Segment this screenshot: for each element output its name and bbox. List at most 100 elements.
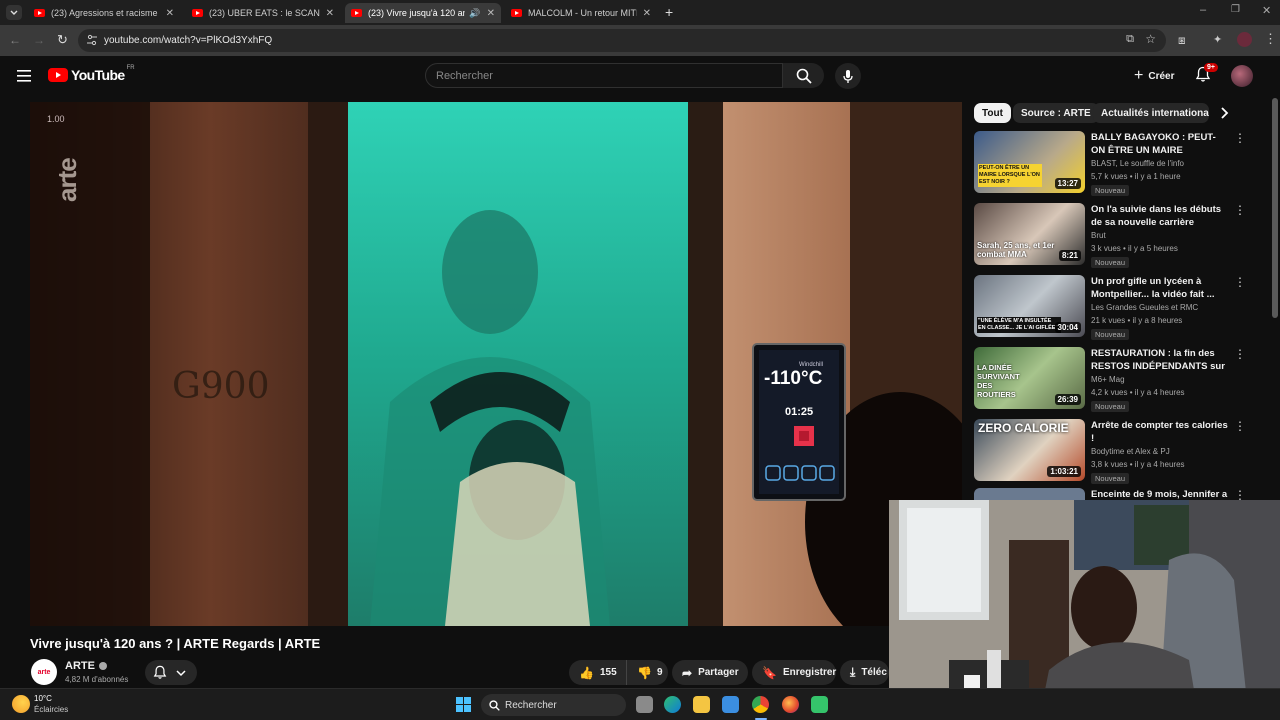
chrome-icon[interactable] — [752, 696, 769, 713]
recommended-video-title[interactable]: Arrête de compter tes calories ! — [1091, 419, 1229, 445]
recommended-video[interactable]: ZERO CALORIE 1:03:21 Arrête de compter t… — [974, 419, 1264, 484]
bell-icon — [153, 665, 167, 679]
hamburger-menu-icon[interactable] — [17, 69, 31, 82]
weather-temperature[interactable]: 10°C — [34, 694, 52, 703]
recommended-video-channel[interactable]: Les Grandes Gueules et RMC — [1091, 303, 1198, 312]
file-explorer-icon[interactable] — [693, 696, 710, 713]
chip-source-arte[interactable]: Source : ARTE — [1013, 103, 1099, 123]
weather-icon[interactable] — [12, 695, 30, 713]
recommended-video[interactable]: "UNE ÉLÈVE M'A INSULTÉE EN CLASSE... JE … — [974, 275, 1264, 340]
task-view-icon[interactable] — [636, 696, 653, 713]
create-button[interactable]: + Créer — [1126, 64, 1182, 88]
start-button[interactable] — [456, 697, 471, 712]
browser-tab[interactable]: MALCOLM - Un retour MITIGÉ ✕ — [505, 3, 657, 23]
cabin-brand-label: G900 — [172, 366, 270, 407]
cast-icon[interactable]: ⧉ — [1126, 33, 1134, 46]
browser-tab-strip: (23) Agressions et racisme : le s ✕ (23)… — [0, 0, 1280, 25]
panel-timer: 01:25 — [785, 406, 814, 418]
windows-taskbar: 10°C Éclaircies Rechercher — [0, 688, 1280, 720]
more-options-icon[interactable]: ⋮ — [1234, 131, 1246, 145]
profile-avatar-icon[interactable] — [1237, 32, 1252, 47]
thumbnail-caption: "UNE ÉLÈVE M'A INSULTÉE EN CLASSE... JE … — [977, 317, 1061, 333]
browser-menu-icon[interactable]: ⋮ — [1264, 31, 1277, 47]
recommended-video-title[interactable]: On l'a suivie dans les débuts de sa nouv… — [1091, 203, 1229, 229]
extension-icon[interactable]: ✦ — [1213, 33, 1222, 46]
video-thumbnail[interactable]: "UNE ÉLÈVE M'A INSULTÉE EN CLASSE... JE … — [974, 275, 1085, 337]
recommended-video-channel[interactable]: Bodytime et Alex & PJ — [1091, 447, 1170, 456]
recommended-video-title[interactable]: BALLY BAGAYOKO : PEUT-ON ÊTRE UN MAIRE L… — [1091, 131, 1229, 157]
firefox-icon[interactable] — [782, 696, 799, 713]
recommended-video-channel[interactable]: M6+ Mag — [1091, 375, 1125, 384]
video-thumbnail[interactable]: PEUT-ON ÊTRE UN MAIRE LORSQUE L'ON EST N… — [974, 131, 1085, 193]
chip-actualites-internationales[interactable]: Actualités internationales — [1093, 103, 1209, 123]
reload-button[interactable]: ↻ — [57, 32, 68, 48]
recommended-video-title[interactable]: RESTAURATION : la fin des RESTOS INDÉPEN… — [1091, 347, 1229, 373]
video-duration: 1:03:21 — [1047, 466, 1081, 477]
video-thumbnail[interactable]: ZERO CALORIE 1:03:21 — [974, 419, 1085, 481]
save-button[interactable]: 🔖 Enregistrer — [752, 660, 836, 685]
microsoft-store-icon[interactable] — [722, 696, 739, 713]
thumbnail-caption: Sarah, 25 ans, et 1er combat MMA — [977, 241, 1055, 259]
restore-window-button[interactable]: ❐ — [1231, 4, 1240, 15]
voice-search-button[interactable] — [835, 63, 861, 89]
youtube-logo[interactable]: YouTube FR — [48, 65, 135, 83]
app-icon[interactable] — [811, 696, 828, 713]
dislike-button[interactable]: 👎 9 — [626, 660, 668, 685]
channel-avatar[interactable]: arte — [31, 659, 57, 685]
chevron-down-icon — [176, 669, 186, 676]
recommended-video-meta: 21 k vues • il y a 8 heures — [1091, 316, 1183, 325]
recommended-video[interactable]: LA DINÉE SURVIVANT DES ROUTIERS 26:39 RE… — [974, 347, 1264, 412]
new-badge: Nouveau — [1091, 329, 1130, 340]
tab-list-dropdown-button[interactable] — [6, 5, 22, 20]
close-tab-icon[interactable]: ✕ — [487, 8, 495, 19]
new-badge: Nouveau — [1091, 473, 1130, 484]
download-button[interactable]: ⤓ Téléc — [840, 660, 889, 685]
page-scrollbar[interactable] — [1272, 98, 1278, 318]
site-info-icon[interactable] — [87, 34, 97, 46]
recommended-video-title[interactable]: Un prof gifle un lycéen à Montpellier...… — [1091, 275, 1229, 301]
recommended-video[interactable]: Sarah, 25 ans, et 1er combat MMA 8:21 On… — [974, 203, 1264, 268]
channel-name[interactable]: ARTE — [65, 660, 107, 672]
back-button[interactable]: ← — [9, 33, 21, 47]
chip-tout[interactable]: Tout — [974, 103, 1011, 123]
chips-next-arrow-icon[interactable] — [1219, 106, 1229, 125]
recommended-video-channel[interactable]: BLAST, Le souffle de l'info — [1091, 159, 1184, 168]
close-tab-icon[interactable]: ✕ — [166, 8, 174, 19]
like-button[interactable]: 👍 155 — [569, 660, 626, 685]
recommended-video-channel[interactable]: Brut — [1091, 231, 1106, 240]
more-options-icon[interactable]: ⋮ — [1234, 275, 1246, 289]
bookmark-star-icon[interactable]: ☆ — [1145, 32, 1156, 46]
video-thumbnail[interactable]: LA DINÉE SURVIVANT DES ROUTIERS 26:39 — [974, 347, 1085, 409]
more-options-icon[interactable]: ⋮ — [1234, 419, 1246, 433]
search-input[interactable]: Rechercher — [425, 63, 783, 88]
video-player[interactable]: arte 1.00 G900 Windchill -110°C 01:25 — [30, 102, 962, 626]
more-options-icon[interactable]: ⋮ — [1234, 347, 1246, 361]
subscription-bell-button[interactable] — [145, 660, 197, 685]
browser-tab[interactable]: (23) UBER EATS : le SCANDALE ✕ — [186, 3, 340, 23]
video-thumbnail[interactable]: Sarah, 25 ans, et 1er combat MMA 8:21 — [974, 203, 1085, 265]
thumbs-down-icon: 👎 — [637, 665, 652, 680]
new-tab-button[interactable]: + — [665, 4, 673, 20]
account-avatar[interactable] — [1231, 65, 1253, 87]
share-button[interactable]: ➦ Partager — [672, 660, 748, 685]
search-button[interactable] — [783, 63, 824, 88]
notifications-button[interactable]: 9+ — [1195, 63, 1218, 86]
close-tab-icon[interactable]: ✕ — [643, 8, 651, 19]
extensions-icon[interactable]: ⧆ — [1178, 33, 1186, 48]
edge-browser-icon[interactable] — [664, 696, 681, 713]
minimize-window-button[interactable]: – — [1200, 4, 1206, 16]
close-window-button[interactable]: ✕ — [1262, 4, 1271, 17]
subscriber-count: 4,82 M d'abonnés — [65, 675, 129, 684]
speaker-icon[interactable]: 🔊 — [469, 8, 480, 19]
browser-tab-active[interactable]: (23) Vivre jusqu'à 120 ans ? 🔊 ✕ — [345, 3, 501, 23]
video-duration: 8:21 — [1058, 250, 1081, 261]
more-options-icon[interactable]: ⋮ — [1234, 203, 1246, 217]
taskbar-search[interactable]: Rechercher — [481, 694, 626, 716]
address-bar[interactable]: youtube.com/watch?v=PlKOd3YxhFQ ⧉ ☆ — [78, 29, 1166, 52]
new-badge: Nouveau — [1091, 185, 1130, 196]
verified-icon — [98, 662, 107, 670]
browser-tab[interactable]: (23) Agressions et racisme : le s ✕ — [28, 3, 180, 23]
recommended-video[interactable]: PEUT-ON ÊTRE UN MAIRE LORSQUE L'ON EST N… — [974, 131, 1264, 196]
close-tab-icon[interactable]: ✕ — [326, 8, 334, 19]
forward-button[interactable]: → — [33, 33, 45, 47]
